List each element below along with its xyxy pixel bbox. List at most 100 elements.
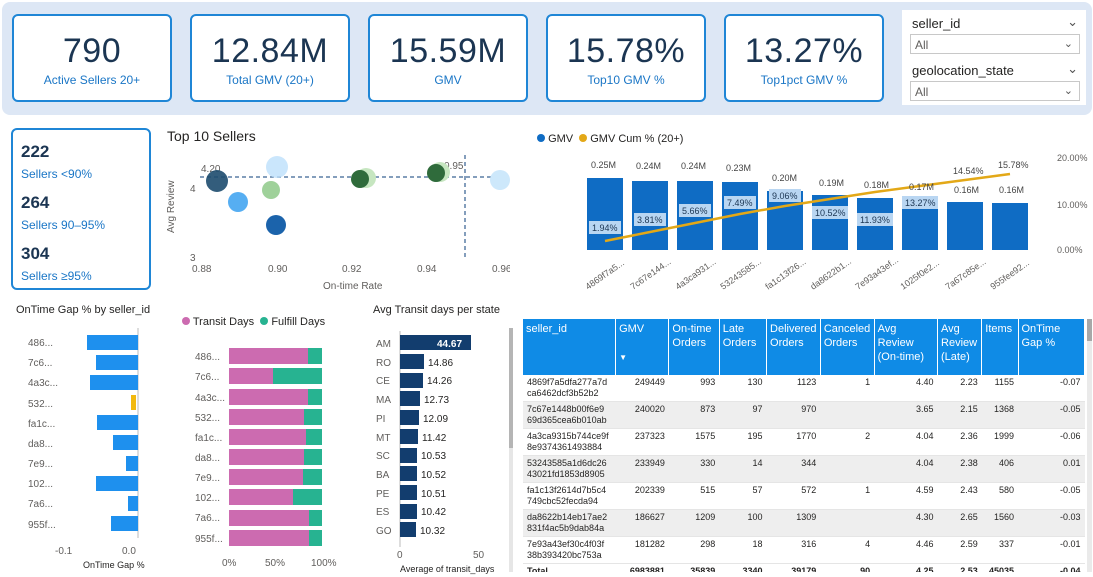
transit-bar[interactable] (229, 469, 303, 485)
slicer-seller-id[interactable]: seller_id ⌄ All ⌄ (902, 10, 1086, 58)
fulfill-bar[interactable] (308, 389, 322, 405)
gmv-combo-chart[interactable]: 0.25M 0.24M 0.24M 0.23M 0.20M 0.19M 0.18… (535, 150, 1090, 300)
slicer-geolocation-state[interactable]: geolocation_state ⌄ All ⌄ (902, 57, 1086, 105)
cell: 1575 (668, 428, 720, 456)
state-transit-chart[interactable]: AM RO CE MA PI MT SC BA PE ES GO 44.67 1… (368, 325, 513, 575)
chevron-down-icon[interactable]: ⌄ (1067, 14, 1078, 30)
transit-bar[interactable] (229, 348, 308, 364)
x-category: 4869f7a5... (583, 258, 626, 292)
bar-label: 0.20M (772, 173, 797, 183)
column-header-review-late[interactable]: Avg Review (Late) (937, 319, 983, 375)
scatter-point[interactable] (490, 170, 510, 190)
transit-bar[interactable] (229, 368, 273, 384)
transit-bar[interactable] (229, 389, 308, 405)
fulfill-bar[interactable] (273, 368, 322, 384)
chevron-down-icon[interactable]: ⌄ (1067, 61, 1078, 77)
scatter-point[interactable] (351, 170, 369, 188)
seller-table[interactable]: seller_id GMV ▼ On-time Orders Late Order… (523, 319, 1085, 572)
column-header-delivered[interactable]: Delivered Orders (766, 319, 821, 375)
transit-bar[interactable] (229, 429, 306, 445)
gap-bar[interactable] (96, 476, 138, 491)
fulfill-bar[interactable] (293, 489, 322, 505)
gap-chart[interactable]: 486... 7c6... 4a3c... 532... fa1c... da8… (10, 322, 160, 572)
state-bar[interactable] (400, 429, 418, 444)
scrollbar-thumb[interactable] (509, 328, 513, 448)
fulfill-bar[interactable] (309, 510, 322, 526)
gap-bar[interactable] (128, 496, 138, 511)
scatter-point[interactable] (266, 156, 288, 178)
cell-seller-id: da8622b14eb17ae2 831f4ac5b9dab84a (523, 509, 616, 537)
fulfill-bar[interactable] (303, 469, 322, 485)
column-header-late[interactable]: Late Orders (719, 319, 768, 375)
gap-bar[interactable] (90, 375, 138, 390)
transit-fulfill-chart[interactable]: 486... 7c6... 4a3c... 532... fa1c... da8… (185, 340, 345, 572)
transit-bar[interactable] (229, 510, 309, 526)
scatter-point[interactable] (427, 164, 445, 182)
cell (820, 455, 875, 483)
gap-bar[interactable] (131, 395, 136, 410)
column-header-review-ontime[interactable]: Avg Review (On-time) (874, 319, 939, 375)
slicer-dropdown[interactable]: All ⌄ (910, 34, 1080, 54)
table-row[interactable]: 7c67e1448b00f6e9 69d365cea6b010ab 240020… (523, 401, 1085, 429)
scatter-point[interactable] (228, 192, 248, 212)
state-bar[interactable] (400, 522, 416, 537)
state-bar[interactable] (400, 485, 417, 500)
table-row[interactable]: da8622b14eb17ae2 831f4ac5b9dab84a 186627… (523, 509, 1085, 537)
state-bar[interactable] (400, 391, 420, 406)
state-bar[interactable] (400, 354, 424, 369)
scrollbar-track[interactable] (509, 328, 513, 572)
gmv-bar[interactable] (947, 202, 983, 250)
gap-bar[interactable] (96, 355, 138, 370)
table-scrollbar[interactable] (1087, 319, 1092, 572)
fulfill-bar[interactable] (304, 409, 322, 425)
transit-bar[interactable] (229, 489, 293, 505)
gmv-bar[interactable] (812, 195, 848, 250)
fulfill-bar[interactable] (304, 449, 322, 465)
fulfill-bar[interactable] (306, 429, 322, 445)
bar-label: 0.19M (819, 178, 844, 188)
transit-bar[interactable] (229, 449, 304, 465)
column-header-canceled[interactable]: Canceled Orders (820, 319, 875, 375)
transit-bar[interactable] (229, 530, 309, 546)
state-bar[interactable] (400, 448, 417, 463)
y-category: 7e9... (195, 473, 220, 484)
column-header-gap[interactable]: OnTime Gap % (1018, 319, 1085, 375)
sort-desc-icon[interactable]: ▼ (619, 353, 627, 362)
scatter-chart[interactable]: 4.20 0.95 4 3 0.88 0.90 0.92 0.94 0.96 O… (160, 145, 510, 295)
column-header-items[interactable]: Items (981, 319, 1019, 375)
state-bar[interactable] (400, 504, 417, 519)
cell: 572 (766, 482, 821, 510)
slicer-dropdown[interactable]: All ⌄ (910, 81, 1080, 101)
gap-bar[interactable] (97, 415, 138, 430)
transit-bar[interactable] (229, 409, 304, 425)
gap-bar[interactable] (87, 335, 138, 350)
kpi-card-active-sellers: 790 Active Sellers 20+ (12, 14, 172, 102)
state-bar[interactable] (400, 410, 419, 425)
chevron-down-icon: ⌄ (1063, 85, 1073, 97)
table-row[interactable]: 7e93a43ef30c4f03f 38b393420bc753a 181282… (523, 536, 1085, 564)
y-category: da8... (28, 439, 53, 450)
column-header-ontime[interactable]: On-time Orders (668, 319, 720, 375)
state-bar[interactable] (400, 466, 417, 481)
bar-label: 0.24M (636, 161, 661, 171)
table-scrollbar-thumb[interactable] (1087, 319, 1092, 341)
scatter-point[interactable] (262, 181, 280, 199)
state-bar[interactable] (400, 373, 423, 388)
cell: 4.25 (874, 563, 938, 572)
gap-bar[interactable] (111, 516, 138, 531)
column-header-gmv[interactable]: GMV ▼ (615, 319, 670, 375)
scatter-point[interactable] (266, 215, 286, 235)
gap-bar[interactable] (113, 435, 138, 450)
table-row[interactable]: fa1c13f2614d7b5c4 749cbc52fecda94 202339… (523, 482, 1085, 510)
fulfill-bar[interactable] (308, 348, 322, 364)
gmv-bar[interactable] (992, 203, 1028, 250)
scatter-point[interactable] (206, 170, 228, 192)
table-row[interactable]: 53243585a1d6dc26 43021fd1853d8905 233949… (523, 455, 1085, 483)
table-row[interactable]: 4a3ca9315b744ce9f 8e9374361493884 237323… (523, 428, 1085, 456)
column-header-seller-id[interactable]: seller_id (523, 319, 617, 375)
table-row[interactable]: 4869f7a5dfa277a7d ca6462dcf3b52b2 249449… (523, 375, 1085, 402)
bucket-label: Sellers ≥95% (21, 269, 92, 283)
gap-bar[interactable] (126, 456, 138, 471)
fulfill-bar[interactable] (309, 530, 322, 546)
x-category: fa1c13f26... (763, 256, 807, 291)
